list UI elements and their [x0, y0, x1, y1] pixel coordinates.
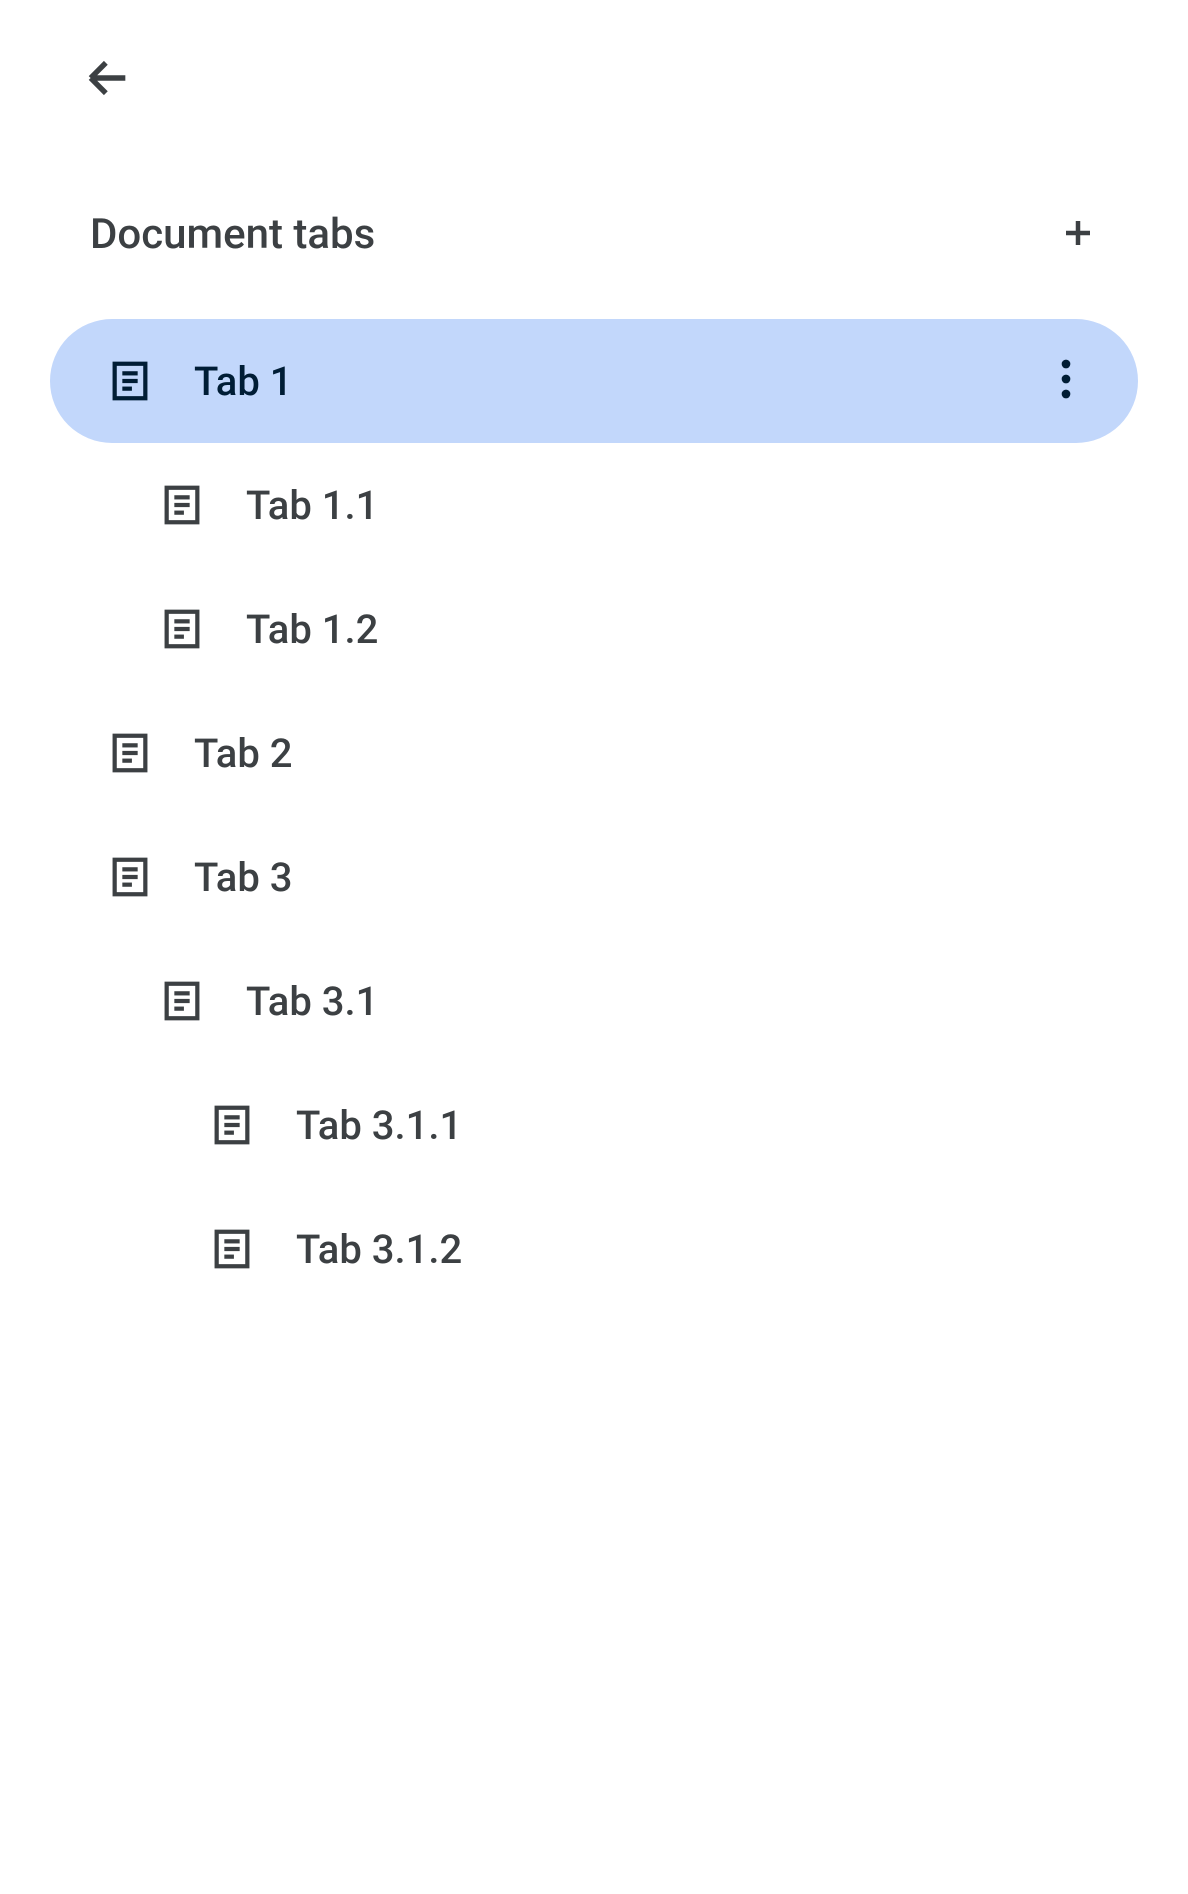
tab-label: Tab 1.2	[246, 606, 378, 653]
page-title: Document tabs	[90, 210, 375, 259]
document-icon	[106, 729, 154, 777]
add-tab-button[interactable]	[1058, 215, 1098, 255]
tab-item-tab-1-2[interactable]: Tab 1.2	[50, 567, 1138, 691]
tab-more-button[interactable]	[1042, 357, 1090, 405]
plus-icon	[1060, 215, 1096, 255]
document-icon	[106, 853, 154, 901]
tab-label: Tab 3.1	[246, 978, 378, 1025]
tab-item-tab-3-1-1[interactable]: Tab 3.1.1	[50, 1063, 1138, 1187]
tab-label: Tab 2	[194, 730, 293, 777]
document-icon	[208, 1101, 256, 1149]
document-icon	[158, 977, 206, 1025]
tab-item-tab-2[interactable]: Tab 2	[50, 691, 1138, 815]
arrow-back-icon	[82, 52, 134, 108]
tab-label: Tab 3.1.2	[296, 1226, 462, 1273]
document-icon	[158, 605, 206, 653]
tab-label: Tab 1.1	[246, 482, 378, 529]
document-icon	[208, 1225, 256, 1273]
tab-item-tab-3-1[interactable]: Tab 3.1	[50, 939, 1138, 1063]
header-row: Document tabs	[50, 210, 1138, 259]
document-icon	[106, 357, 154, 405]
tab-label: Tab 3	[194, 854, 293, 901]
more-vert-icon	[1061, 359, 1071, 403]
back-button[interactable]	[78, 50, 138, 110]
tab-label: Tab 3.1.1	[296, 1102, 462, 1149]
tab-item-tab-3[interactable]: Tab 3	[50, 815, 1138, 939]
tab-label: Tab 1	[194, 358, 293, 405]
document-icon	[158, 481, 206, 529]
tab-item-tab-3-1-2[interactable]: Tab 3.1.2	[50, 1187, 1138, 1311]
tab-item-tab-1[interactable]: Tab 1	[50, 319, 1138, 443]
tab-item-tab-1-1[interactable]: Tab 1.1	[50, 443, 1138, 567]
